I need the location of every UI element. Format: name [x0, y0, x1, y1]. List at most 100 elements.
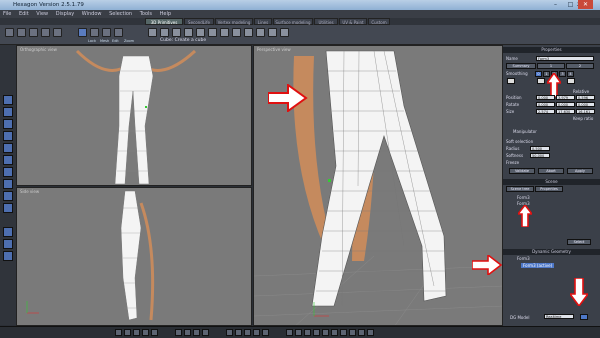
snap-icon[interactable] — [3, 203, 13, 213]
text-primitive-icon[interactable] — [268, 28, 277, 37]
uv-toggle-icon[interactable] — [537, 78, 545, 84]
tab-vertex-modeling[interactable]: Vertex modeling — [215, 18, 253, 25]
paint-tool-icon[interactable] — [29, 28, 38, 37]
menu-file[interactable]: File — [0, 10, 14, 18]
backface-icon[interactable] — [322, 329, 329, 336]
rotate-y-field[interactable]: 0.000 — [556, 102, 575, 107]
freeze-label[interactable]: Freeze — [506, 160, 519, 165]
view-tool-icon[interactable] — [3, 95, 13, 105]
dg-item-active[interactable]: Form3 (active) — [521, 263, 555, 268]
fit-view-icon[interactable] — [3, 155, 13, 165]
viewport-side[interactable]: Side view — [16, 187, 252, 326]
viewport-perspective[interactable]: Perspective view — [253, 45, 503, 326]
edit-icon[interactable] — [102, 28, 111, 37]
menu-window[interactable]: Window — [79, 10, 105, 18]
menu-help[interactable]: Help — [157, 10, 174, 18]
view-persp-icon[interactable] — [253, 329, 260, 336]
snap-grid-icon[interactable] — [115, 329, 122, 336]
render-icon[interactable] — [3, 251, 13, 261]
close-button[interactable]: ✕ — [578, 0, 593, 9]
tab-custom[interactable]: Custom — [368, 18, 390, 25]
rotate-z-field[interactable]: 0.000 — [576, 102, 595, 107]
tab-3d-primitives[interactable]: 3D Primitives — [145, 18, 183, 25]
menu-view[interactable]: View — [33, 10, 51, 18]
plane-icon[interactable] — [208, 28, 217, 37]
zoom-icon[interactable] — [114, 28, 123, 37]
tab-page-2[interactable]: 2 — [566, 63, 594, 69]
cube-icon[interactable] — [148, 28, 157, 37]
light-icon[interactable] — [3, 227, 13, 237]
snap-edge-icon[interactable] — [133, 329, 140, 336]
dg-refresh-icon[interactable] — [580, 314, 588, 320]
focus-icon[interactable] — [349, 329, 356, 336]
snap-center-icon[interactable] — [151, 329, 158, 336]
light-mode-icon[interactable] — [313, 329, 320, 336]
move-tool-icon[interactable] — [17, 28, 26, 37]
camera-tool-icon[interactable] — [3, 107, 13, 117]
axis-z-icon[interactable] — [193, 329, 200, 336]
lock-icon[interactable] — [78, 28, 87, 37]
gear-primitive-icon[interactable] — [256, 28, 265, 37]
select-button[interactable]: Select — [567, 239, 591, 245]
tab-summary[interactable]: Summary — [506, 63, 536, 69]
position-y-field[interactable]: 3.979 — [556, 95, 575, 100]
shaded-icon[interactable] — [3, 179, 13, 189]
mesh-icon[interactable] — [90, 28, 99, 37]
softness-field[interactable]: 50.000 — [530, 153, 550, 158]
tab-scene-properties[interactable]: Properties — [535, 186, 563, 192]
tab-scene-tree[interactable]: Scene tree — [506, 186, 534, 192]
tab-uv-paint[interactable]: UV & Paint — [339, 18, 367, 25]
dg-item[interactable]: Form3 — [517, 256, 530, 261]
camera-reset-icon[interactable] — [340, 329, 347, 336]
display-mode-icon[interactable] — [286, 329, 293, 336]
validate-button[interactable]: Validate — [509, 168, 535, 174]
rotate-x-field[interactable]: 0.000 — [536, 102, 555, 107]
texture-mode-icon[interactable] — [304, 329, 311, 336]
tab-page-1[interactable]: 1 — [537, 63, 565, 69]
snap-vertex-icon[interactable] — [124, 329, 131, 336]
grid-icon[interactable] — [3, 191, 13, 201]
position-z-field[interactable]: 0.596 — [576, 95, 595, 100]
layers-icon[interactable] — [358, 329, 365, 336]
tab-surface-modeling[interactable]: Surface modeling — [273, 18, 313, 25]
view-side-icon[interactable] — [235, 329, 242, 336]
menu-tools[interactable]: Tools — [137, 10, 155, 18]
torus-icon[interactable] — [196, 28, 205, 37]
pyramid-icon[interactable] — [232, 28, 241, 37]
keep-ratio-label[interactable]: Keep ratio — [573, 116, 593, 121]
smoothing-level-0[interactable]: 0 — [535, 71, 542, 77]
viewport-orthographic[interactable]: Orthographic view — [16, 45, 252, 186]
cylinder-icon[interactable] — [172, 28, 181, 37]
axis-all-icon[interactable] — [202, 329, 209, 336]
size-z-field[interactable]: 16.161 — [576, 109, 595, 114]
size-y-field[interactable]: 17.630 — [556, 109, 575, 114]
abort-button[interactable]: Abort — [538, 168, 564, 174]
view-quad-icon[interactable] — [262, 329, 269, 336]
select-tool-icon[interactable] — [5, 28, 14, 37]
wireframe-icon[interactable] — [3, 167, 13, 177]
manipulator-label[interactable]: Manipulator — [513, 129, 537, 134]
cone-icon[interactable] — [184, 28, 193, 37]
name-field[interactable]: Form3 — [536, 56, 594, 61]
view-top-icon[interactable] — [244, 329, 251, 336]
lasso-tool-icon[interactable] — [41, 28, 50, 37]
tab-utilities[interactable]: Utilities — [314, 18, 338, 25]
maximize-button[interactable]: □ — [563, 0, 578, 9]
size-x-field[interactable]: 2.574 — [536, 109, 555, 114]
tube-icon[interactable] — [244, 28, 253, 37]
menu-display[interactable]: Display — [53, 10, 77, 18]
menu-edit[interactable]: Edit — [16, 10, 32, 18]
capsule-icon[interactable] — [280, 28, 289, 37]
snap-face-icon[interactable] — [142, 329, 149, 336]
settings-icon[interactable] — [367, 329, 374, 336]
orbit-tool-icon[interactable] — [3, 131, 13, 141]
soft-selection-label[interactable]: Soft selection — [506, 139, 533, 144]
disc-icon[interactable] — [220, 28, 229, 37]
zoom-view-icon[interactable] — [3, 143, 13, 153]
rotate-tool-icon[interactable] — [53, 28, 62, 37]
axis-y-icon[interactable] — [184, 329, 191, 336]
tab-secondlife[interactable]: SecondLife — [184, 18, 214, 25]
view-front-icon[interactable] — [226, 329, 233, 336]
pan-tool-icon[interactable] — [3, 119, 13, 129]
apply-button[interactable]: Apply — [567, 168, 593, 174]
